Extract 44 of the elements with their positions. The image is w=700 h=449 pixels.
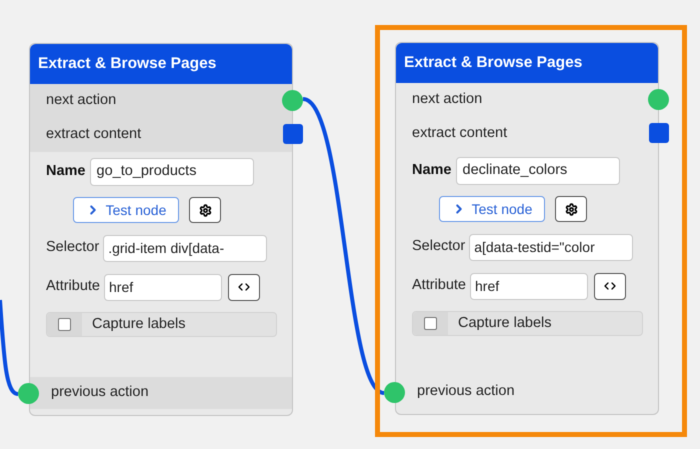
field-label: Attribute <box>46 277 100 296</box>
text-field[interactable]: href <box>470 272 588 300</box>
checkbox-row[interactable]: Capture labels <box>412 311 643 336</box>
input-label: previous action <box>417 382 515 402</box>
text-field[interactable]: .grid-item div[data- <box>103 234 268 262</box>
name-field[interactable]: go_to_products <box>90 158 254 186</box>
code-icon <box>604 280 616 292</box>
checkbox[interactable] <box>58 318 71 331</box>
field-label: Attribute <box>412 276 466 296</box>
settings-button[interactable] <box>555 196 588 222</box>
checkbox-label: Capture labels <box>91 314 186 334</box>
settings-button[interactable] <box>189 197 222 223</box>
node-title: Extract & Browse Pages <box>30 44 292 84</box>
output-label: next action <box>412 90 482 110</box>
test-node-button[interactable]: Test node <box>438 196 546 222</box>
output-handle[interactable] <box>283 124 303 144</box>
input-handle[interactable] <box>384 382 405 403</box>
node-card[interactable]: Extract & Browse Pages next action extract content Name declinate_colors Test node Selector a[data-testid="color Attribute href Capture labels previous action <box>395 42 659 415</box>
output-label: next action <box>46 91 116 110</box>
checkbox[interactable] <box>424 317 437 330</box>
name-label: Name <box>46 162 86 182</box>
node-card[interactable]: Extract & Browse Pages next action extract content Name go_to_products Test node Selector .grid-item div[data- Attribute href Capture labels previous action <box>29 43 293 416</box>
input-label: previous action <box>51 383 149 402</box>
text-field[interactable]: a[data-testid="color <box>469 234 634 260</box>
settings-icon <box>564 202 578 216</box>
input-handle[interactable] <box>18 383 39 404</box>
field-label: Selector <box>46 238 100 258</box>
output-label: extract content <box>46 125 142 144</box>
output-handle[interactable] <box>649 123 669 143</box>
field-label: Selector <box>412 237 466 256</box>
checkbox-label: Capture labels <box>457 314 552 333</box>
name-label: Name <box>412 161 452 180</box>
output-handle[interactable] <box>648 89 669 110</box>
test-node-button[interactable]: Test node <box>72 197 180 223</box>
code-button[interactable] <box>594 272 626 300</box>
code-icon <box>238 281 250 293</box>
output-handle[interactable] <box>282 90 303 111</box>
checkbox-row[interactable]: Capture labels <box>46 312 277 337</box>
settings-icon <box>198 204 212 216</box>
name-field[interactable]: declinate_colors <box>456 157 620 185</box>
text-field[interactable]: href <box>104 274 222 300</box>
output-label: extract content <box>412 124 508 144</box>
code-button[interactable] <box>228 274 260 300</box>
node-title: Extract & Browse Pages <box>396 43 658 83</box>
